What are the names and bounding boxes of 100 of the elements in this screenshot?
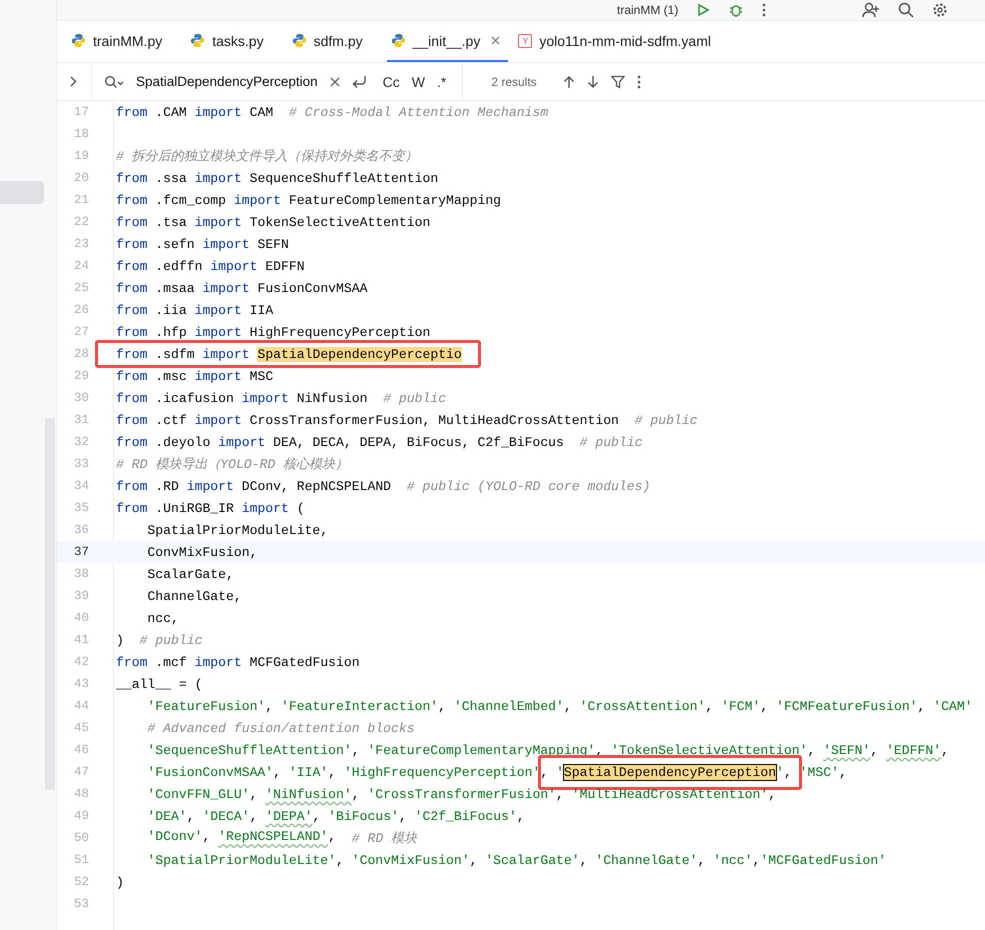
chevron-right-icon[interactable] — [69, 76, 77, 87]
line-number: 19 — [72, 149, 89, 163]
string-literal: 'SEFN' — [823, 742, 870, 758]
line-number: 49 — [72, 809, 89, 823]
python-icon — [292, 33, 307, 48]
yaml-icon: Y — [518, 34, 532, 48]
code-text: , — [250, 786, 258, 802]
code-text: , — [352, 786, 361, 802]
keyword: import — [234, 192, 282, 208]
run-icon[interactable] — [696, 3, 710, 17]
code-text: .ssa — [154, 170, 188, 186]
editor-tab[interactable]: Y yolo11n-mm-mid-sdfm.yaml — [514, 21, 729, 62]
keyword: import — [194, 412, 242, 428]
code-text: , — [556, 786, 565, 802]
keyword: from — [116, 192, 148, 208]
code-text: CAM — [248, 104, 274, 120]
line-number: 41 — [72, 633, 89, 647]
keyword: import — [194, 654, 242, 670]
editor-tab[interactable]: __init__.py — [386, 21, 508, 62]
arrow-down-icon[interactable] — [586, 74, 599, 88]
code-text: , — [705, 698, 714, 714]
string-literal: 'SequenceShuffleAttention' — [147, 742, 352, 758]
line-number: 24 — [72, 259, 89, 273]
string-literal: 'FeatureComplementaryMapping' — [367, 742, 596, 758]
python-icon — [71, 33, 86, 48]
line-number: 52 — [72, 875, 89, 889]
code-comment: # Cross-Modal Attention Mechanism — [288, 104, 548, 120]
string-literal: 'DECA' — [202, 808, 250, 824]
keyword: import — [194, 170, 242, 186]
more-icon[interactable] — [762, 3, 766, 17]
settings-icon[interactable] — [932, 2, 948, 18]
keyword: import — [186, 478, 234, 494]
code-text: SpatialPriorModuleLite, — [147, 522, 328, 538]
line-number: 31 — [72, 413, 89, 427]
string-literal: 'CAM' — [933, 698, 973, 714]
string-literal: 'CrossTransformerFusion' — [367, 786, 556, 802]
keyword: from — [116, 434, 148, 450]
keyword: import — [210, 258, 258, 274]
string-literal: 'ScalarGate' — [485, 852, 580, 868]
string-literal: 'ConvFFN_GLU' — [147, 786, 250, 802]
string-literal: 'MSC' — [800, 764, 839, 780]
code-text: ) — [116, 632, 125, 648]
editor-tab[interactable]: trainMM.py — [67, 21, 180, 62]
code-comment: # public — [580, 434, 642, 450]
code-text: FusionConvMSAA — [256, 280, 368, 296]
close-icon[interactable] — [491, 36, 500, 45]
code-text: .fcm_comp — [154, 192, 228, 208]
code-comment: # 拆分后的独立模块文件导入（保持对外类名不变） — [116, 148, 418, 165]
search-icon[interactable] — [898, 2, 914, 18]
filter-icon[interactable] — [610, 74, 625, 88]
code-text: ScalarGate, — [147, 566, 234, 582]
string-literal: 'ConvMixFusion' — [352, 852, 470, 868]
run-config[interactable]: trainMM (1) — [617, 3, 678, 17]
newline-icon[interactable] — [352, 75, 367, 88]
line-number: 48 — [72, 787, 89, 801]
code-text: SequenceShuffleAttention — [248, 170, 438, 186]
string-literal: 'ncc' — [713, 852, 753, 868]
code-text: .CAM — [154, 104, 188, 120]
add-user-icon[interactable] — [862, 2, 880, 18]
keyword: import — [242, 390, 289, 406]
keyword: from — [116, 368, 148, 384]
code-text: CrossTransformerFusion, MultiHeadCrossAttention — [248, 412, 620, 428]
code-text: .edffn — [154, 258, 204, 274]
line-number: 36 — [72, 523, 89, 537]
code-text: , — [516, 808, 525, 824]
code-text: , — [698, 852, 706, 868]
keyword: from — [116, 390, 148, 406]
more-icon[interactable] — [636, 74, 641, 88]
search-field[interactable]: SpatialDependencyPerception — [136, 74, 318, 89]
code-text: __all__ = ( — [116, 676, 202, 692]
line-number: 35 — [72, 501, 89, 515]
line-number: 30 — [72, 391, 89, 405]
line-number: 37 — [72, 545, 89, 559]
editor-tab[interactable]: tasks.py — [186, 21, 282, 62]
code-text: , — [918, 698, 926, 714]
code-text: , — [265, 698, 274, 714]
editor-tab[interactable]: sdfm.py — [288, 21, 381, 62]
code-text: .ctf — [154, 412, 188, 428]
line-number: 32 — [72, 435, 89, 449]
keyword: import — [194, 214, 242, 230]
clear-icon[interactable] — [330, 76, 340, 86]
line-number: 38 — [72, 567, 89, 581]
keyword: from — [116, 302, 148, 318]
arrow-up-icon[interactable] — [562, 74, 575, 88]
keyword: from — [116, 170, 148, 186]
keyword: from — [116, 280, 148, 296]
code-text: .deyolo — [154, 434, 212, 450]
line-number: 39 — [72, 589, 89, 603]
keyword: import — [218, 434, 266, 450]
code-text: , — [398, 808, 408, 824]
code-text: .UniRGB_IR — [154, 500, 235, 516]
line-number: 44 — [72, 699, 89, 713]
code-text: .msaa — [154, 280, 196, 296]
code-text: DConv, RepNCSPELAND — [240, 478, 392, 494]
search-option[interactable]: Cc — [378, 74, 404, 90]
search-option[interactable]: W — [408, 74, 429, 90]
line-number: 26 — [72, 303, 89, 317]
keyword: from — [116, 214, 148, 230]
search-icon[interactable] — [104, 74, 124, 88]
search-option[interactable]: .* — [432, 74, 450, 90]
